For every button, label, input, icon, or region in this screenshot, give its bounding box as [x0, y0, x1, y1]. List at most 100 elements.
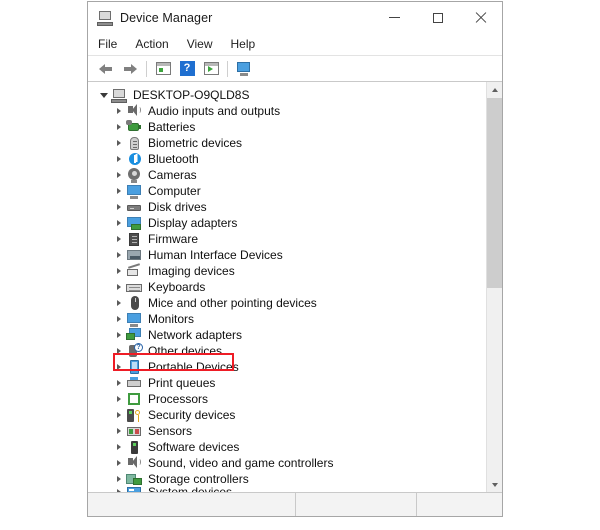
chevron-right-icon[interactable]	[112, 220, 126, 226]
storage-controller-icon	[126, 472, 142, 487]
chevron-right-icon[interactable]	[112, 380, 126, 386]
chevron-right-icon[interactable]	[112, 236, 126, 242]
tree-item-mice-and-other-pointing-devices[interactable]: Mice and other pointing devices	[88, 295, 486, 311]
tree-item-network-adapters[interactable]: Network adapters	[88, 327, 486, 343]
tree-item-imaging-devices[interactable]: Imaging devices	[88, 263, 486, 279]
chevron-right-icon[interactable]	[112, 156, 126, 162]
tree-item-label: Batteries	[148, 120, 195, 134]
vertical-scrollbar[interactable]	[486, 82, 502, 492]
tree-item-keyboards[interactable]: Keyboards	[88, 279, 486, 295]
tree-item-storage-controllers[interactable]: Storage controllers	[88, 471, 486, 487]
software-device-icon	[126, 440, 142, 455]
tree-item-portable-devices[interactable]: Portable Devices	[88, 359, 486, 375]
window-title: Device Manager	[120, 11, 212, 25]
battery-icon	[126, 120, 142, 135]
tree-item-label: Other devices	[148, 344, 222, 358]
chevron-right-icon[interactable]	[112, 188, 126, 194]
chevron-right-icon[interactable]	[112, 396, 126, 402]
network-adapter-icon	[126, 328, 142, 343]
menu-bar: File Action View Help	[88, 33, 502, 55]
tree-item-label: Keyboards	[148, 280, 205, 294]
tree-item-label: Processors	[148, 392, 208, 406]
forward-arrow-icon	[123, 63, 137, 75]
chevron-right-icon[interactable]	[112, 476, 126, 482]
toolbar-separator-2	[227, 61, 228, 77]
tree-item-security-devices[interactable]: Security devices	[88, 407, 486, 423]
tree-item-cameras[interactable]: Cameras	[88, 167, 486, 183]
help-button[interactable]: ?	[175, 58, 199, 80]
forward-button[interactable]	[118, 58, 142, 80]
minimize-button[interactable]	[373, 2, 416, 33]
chevron-right-icon[interactable]	[112, 252, 126, 258]
chevron-right-icon[interactable]	[112, 412, 126, 418]
scan-hardware-button[interactable]	[232, 58, 256, 80]
tree-item-label: Cameras	[148, 168, 197, 182]
chevron-right-icon[interactable]	[112, 489, 126, 493]
chevron-right-icon[interactable]	[112, 268, 126, 274]
tree-item-batteries[interactable]: Batteries	[88, 119, 486, 135]
system-device-icon	[126, 487, 142, 492]
tree-item-system-devices[interactable]: System devices	[88, 487, 486, 492]
fingerprint-icon	[126, 136, 142, 151]
update-driver-icon	[204, 62, 219, 75]
tree-item-software-devices[interactable]: Software devices	[88, 439, 486, 455]
update-driver-button[interactable]	[199, 58, 223, 80]
chevron-right-icon[interactable]	[112, 316, 126, 322]
help-icon: ?	[180, 61, 195, 76]
tree-item-other-devices[interactable]: ? Other devices	[88, 343, 486, 359]
chevron-right-icon[interactable]	[112, 124, 126, 130]
tree-item-label: Security devices	[148, 408, 235, 422]
back-button[interactable]	[94, 58, 118, 80]
chevron-right-icon[interactable]	[112, 444, 126, 450]
tree-item-human-interface-devices[interactable]: Human Interface Devices	[88, 247, 486, 263]
tree-item-sensors[interactable]: Sensors	[88, 423, 486, 439]
tree-item-label: Sound, video and game controllers	[148, 456, 333, 470]
maximize-button[interactable]	[416, 2, 459, 33]
menu-item-help[interactable]: Help	[231, 35, 265, 53]
tree-item-label: System devices	[148, 487, 232, 492]
chevron-right-icon[interactable]	[112, 108, 126, 114]
portable-device-icon	[126, 360, 142, 375]
chevron-right-icon[interactable]	[112, 284, 126, 290]
tree-item-computer[interactable]: Computer	[88, 183, 486, 199]
chevron-down-icon[interactable]	[97, 93, 111, 98]
chevron-right-icon[interactable]	[112, 172, 126, 178]
tree-item-audio-inputs-and-outputs[interactable]: Audio inputs and outputs	[88, 103, 486, 119]
title-bar: Device Manager	[88, 2, 502, 33]
tree-item-monitors[interactable]: Monitors	[88, 311, 486, 327]
scroll-up-arrow[interactable]	[487, 82, 502, 97]
chevron-right-icon[interactable]	[112, 428, 126, 434]
chevron-right-icon[interactable]	[112, 204, 126, 210]
chevron-right-icon[interactable]	[112, 140, 126, 146]
keyboard-icon	[126, 280, 142, 295]
tree-item-display-adapters[interactable]: Display adapters	[88, 215, 486, 231]
tree-item-label: Audio inputs and outputs	[148, 104, 280, 118]
close-button[interactable]	[459, 2, 502, 33]
screenshot-root: Device Manager File Action View Help	[0, 0, 600, 530]
tree-content-area: DESKTOP-O9QLD8S Audio inputs and outputs	[88, 82, 502, 492]
tree-item-print-queues[interactable]: Print queues	[88, 375, 486, 391]
menu-item-view[interactable]: View	[187, 35, 222, 53]
chevron-right-icon[interactable]	[112, 348, 126, 354]
menu-item-action[interactable]: Action	[135, 35, 177, 53]
tree-item-label: Firmware	[148, 232, 198, 246]
chevron-right-icon[interactable]	[112, 300, 126, 306]
scroll-down-arrow[interactable]	[487, 477, 502, 492]
tree-item-firmware[interactable]: Firmware	[88, 231, 486, 247]
tree-item-sound-video-and-game-controllers[interactable]: Sound, video and game controllers	[88, 455, 486, 471]
device-tree[interactable]: DESKTOP-O9QLD8S Audio inputs and outputs	[88, 82, 486, 492]
speaker-icon	[126, 456, 142, 471]
tree-item-bluetooth[interactable]: Bluetooth	[88, 151, 486, 167]
speaker-icon	[126, 104, 142, 119]
tree-item-disk-drives[interactable]: Disk drives	[88, 199, 486, 215]
tree-item-processors[interactable]: Processors	[88, 391, 486, 407]
tree-item-biometric-devices[interactable]: Biometric devices	[88, 135, 486, 151]
chevron-right-icon[interactable]	[112, 364, 126, 370]
tree-root-node[interactable]: DESKTOP-O9QLD8S	[88, 87, 486, 103]
chevron-right-icon[interactable]	[112, 460, 126, 466]
scroll-thumb[interactable]	[487, 98, 502, 288]
chevron-right-icon[interactable]	[112, 332, 126, 338]
menu-item-file[interactable]: File	[98, 35, 126, 53]
tree-item-label: Imaging devices	[148, 264, 235, 278]
properties-button[interactable]	[151, 58, 175, 80]
